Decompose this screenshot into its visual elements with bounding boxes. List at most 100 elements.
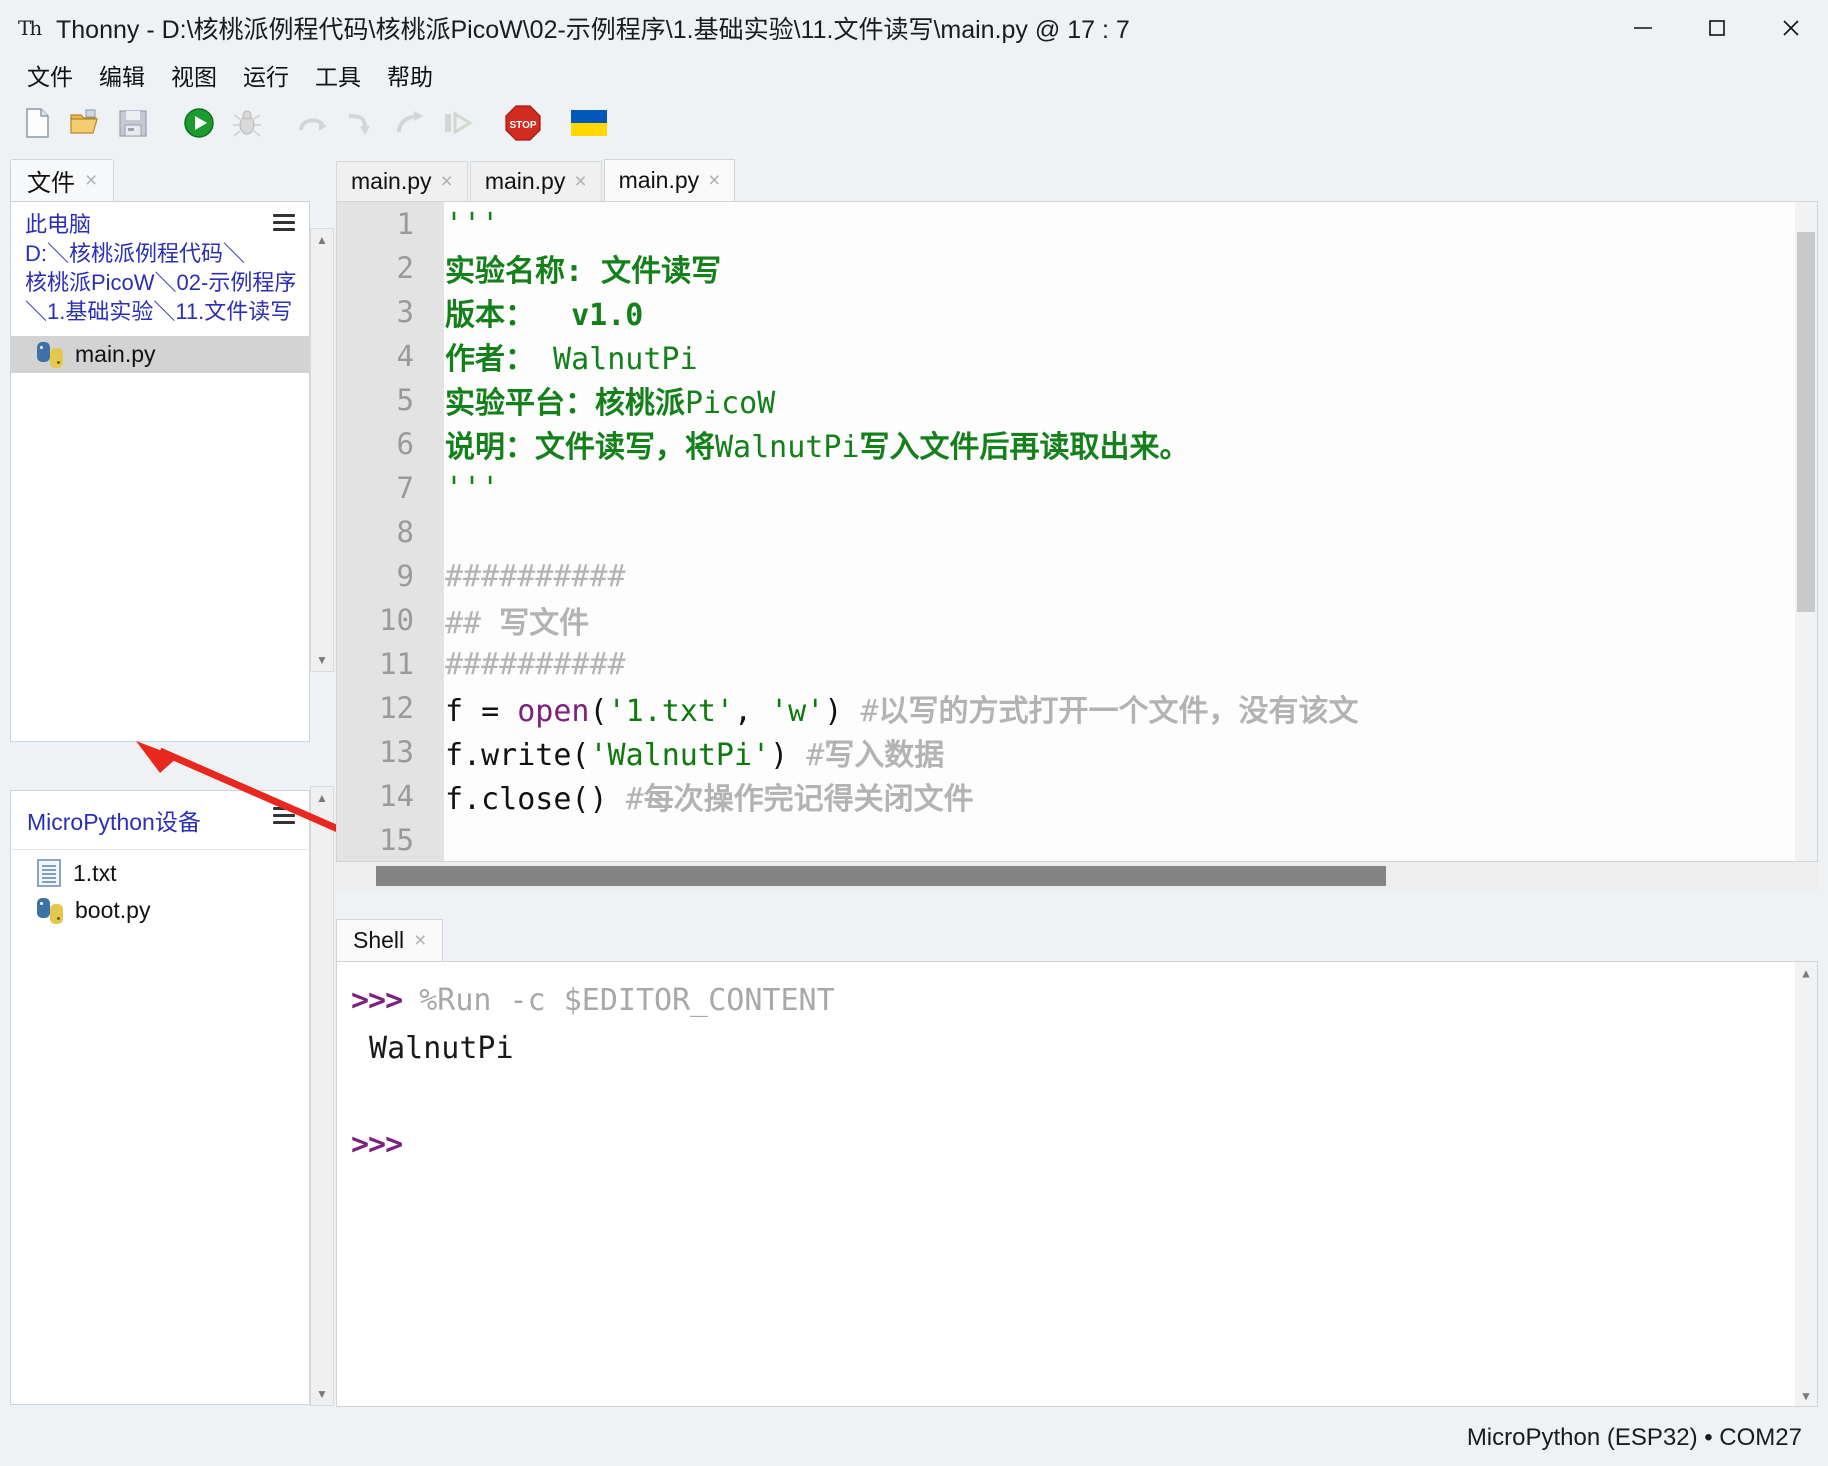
menu-item-help[interactable]: 帮助 (374, 56, 446, 94)
menu-item-tools[interactable]: 工具 (302, 56, 374, 94)
device-panel-scrollbar[interactable]: ▲ ▼ (310, 786, 334, 1406)
editor-tab-2[interactable]: main.py × (470, 161, 602, 201)
code-token: 作者： (445, 342, 535, 377)
files-tree-scrollbar[interactable]: ▲ ▼ (310, 228, 334, 672)
code-token: WalnutPi (715, 430, 860, 465)
shell-token: >>> (351, 983, 419, 1018)
scrollbar-thumb[interactable] (376, 866, 1386, 886)
code-editor[interactable]: 1'''2实验名称: 文件读写 3 版本： v1.0 4 作者： WalnutPi 5实验… (336, 202, 1818, 862)
step-over-icon[interactable] (290, 100, 336, 146)
code-line[interactable]: 15 (337, 818, 1817, 862)
code-line[interactable]: 2实验名称: 文件读写 (337, 246, 1817, 290)
code-text: 版本： v1.0 (429, 290, 643, 334)
code-line[interactable]: 12f = open('1.txt', 'w') #以写的方式打开一个文件，没有… (337, 686, 1817, 730)
code-token: 版本： v1.0 (445, 298, 643, 333)
code-token: 写入文件后再读取出来。 (860, 430, 1190, 465)
code-line[interactable]: 14f.close() #每次操作完记得关闭文件 (337, 774, 1817, 818)
step-out-icon[interactable] (386, 100, 432, 146)
scroll-up-icon[interactable]: ▲ (311, 787, 333, 809)
editor-tab-1[interactable]: main.py × (336, 161, 468, 201)
run-icon[interactable] (176, 100, 222, 146)
tab-shell[interactable]: Shell × (336, 919, 443, 961)
code-token: ) (824, 694, 860, 729)
title-bar: Th Thonny - D:\核桃派例程代码\核桃派PicoW\02-示例程序\… (0, 0, 1828, 55)
resume-icon[interactable] (434, 100, 480, 146)
step-into-icon[interactable] (338, 100, 384, 146)
close-icon[interactable]: × (708, 170, 720, 191)
close-icon[interactable]: × (414, 930, 426, 951)
code-line[interactable]: 7''' (337, 466, 1817, 510)
code-line[interactable]: 13f.write('WalnutPi') #写入数据 (337, 730, 1817, 774)
ukraine-flag-icon[interactable] (566, 100, 612, 146)
minimize-icon[interactable] (1606, 0, 1680, 55)
device-file-list[interactable]: 1.txt boot.py (10, 850, 310, 1405)
list-item[interactable]: boot.py (11, 892, 309, 929)
scroll-up-icon[interactable]: ▲ (311, 229, 333, 251)
files-header-line-0: 此电脑 (25, 210, 299, 239)
debug-icon[interactable] (224, 100, 270, 146)
shell-output[interactable]: >>> %Run -c $EDITOR_CONTENT WalnutPi>>> … (336, 962, 1818, 1407)
tab-files[interactable]: 文件 × (10, 159, 114, 201)
svg-text:Th: Th (18, 16, 42, 40)
hamburger-icon[interactable] (273, 807, 295, 828)
line-number: 10 (337, 603, 429, 637)
code-line[interactable]: 4作者： WalnutPi (337, 334, 1817, 378)
code-line[interactable]: 1''' (337, 202, 1817, 246)
menu-item-view[interactable]: 视图 (158, 56, 230, 94)
code-line[interactable]: 6说明：文件读写，将WalnutPi写入文件后再读取出来。 (337, 422, 1817, 466)
code-line[interactable]: 8 (337, 510, 1817, 554)
code-line[interactable]: 10## 写文件 (337, 598, 1817, 642)
code-token: f.write( (445, 738, 590, 773)
code-token: ''' (445, 207, 499, 242)
code-token: f.close() (445, 782, 626, 817)
hamburger-icon[interactable] (273, 214, 295, 235)
menu-item-run[interactable]: 运行 (230, 56, 302, 94)
scroll-up-icon[interactable]: ▲ (1795, 962, 1817, 984)
code-token: , (734, 694, 770, 729)
menu-item-edit[interactable]: 编辑 (86, 56, 158, 94)
files-tree[interactable]: 此电脑 D:＼核桃派例程代码＼ 核桃派PicoW＼02-示例程序 ＼1.基础实验… (10, 202, 310, 742)
scrollbar-thumb[interactable] (1797, 232, 1815, 612)
code-line[interactable]: 11########## (337, 642, 1817, 686)
list-item-label: 1.txt (73, 860, 116, 887)
list-item[interactable]: main.py (11, 336, 309, 373)
code-token: ## (445, 606, 499, 641)
status-badge[interactable]: MicroPython (ESP32) • COM27 (1467, 1424, 1802, 1452)
code-line[interactable]: 3 版本： v1.0 (337, 290, 1817, 334)
code-token: ########## (445, 559, 626, 594)
save-file-icon[interactable] (110, 100, 156, 146)
code-line[interactable]: 9 ########## (337, 554, 1817, 598)
python-file-icon (37, 342, 63, 368)
list-item[interactable]: 1.txt (11, 854, 309, 892)
shell-line: WalnutPi (351, 1024, 1817, 1072)
line-number: 4 (337, 339, 429, 373)
stop-icon[interactable]: STOP (500, 100, 546, 146)
editor-tab-label: main.py (485, 168, 566, 195)
editor-vertical-scrollbar[interactable] (1795, 202, 1817, 862)
device-panel-header: MicroPython设备 (10, 790, 310, 850)
close-icon[interactable]: × (85, 170, 97, 191)
maximize-icon[interactable] (1680, 0, 1754, 55)
new-file-icon[interactable] (14, 100, 60, 146)
code-lines[interactable]: 1'''2实验名称: 文件读写 3 版本： v1.0 4 作者： WalnutPi 5实验… (337, 202, 1817, 861)
close-icon[interactable] (1754, 0, 1828, 55)
shell-token: %Run -c $EDITOR_CONTENT (419, 983, 834, 1018)
editor-tab-3[interactable]: main.py × (604, 159, 736, 201)
shell-token: WalnutPi (351, 1031, 514, 1066)
scroll-down-icon[interactable]: ▼ (311, 1383, 333, 1405)
close-icon[interactable]: × (574, 171, 586, 192)
menu-item-file[interactable]: 文件 (14, 56, 86, 94)
shell-scrollbar[interactable]: ▲ ▼ (1795, 962, 1817, 1407)
files-header-line-1: D:＼核桃派例程代码＼ (25, 239, 299, 268)
line-number: 9 (337, 559, 429, 593)
scroll-down-icon[interactable]: ▼ (311, 649, 333, 671)
line-number: 3 (337, 295, 429, 329)
scroll-down-icon[interactable]: ▼ (1795, 1385, 1817, 1407)
code-line[interactable]: 5实验平台：核桃派PicoW (337, 378, 1817, 422)
code-token: 'WalnutPi' (590, 738, 771, 773)
window-controls (1606, 0, 1828, 55)
editor-tabbar: main.py × main.py × main.py × (336, 160, 1818, 202)
close-icon[interactable]: × (441, 171, 453, 192)
editor-horizontal-scrollbar[interactable] (336, 862, 1818, 890)
open-file-icon[interactable] (62, 100, 108, 146)
